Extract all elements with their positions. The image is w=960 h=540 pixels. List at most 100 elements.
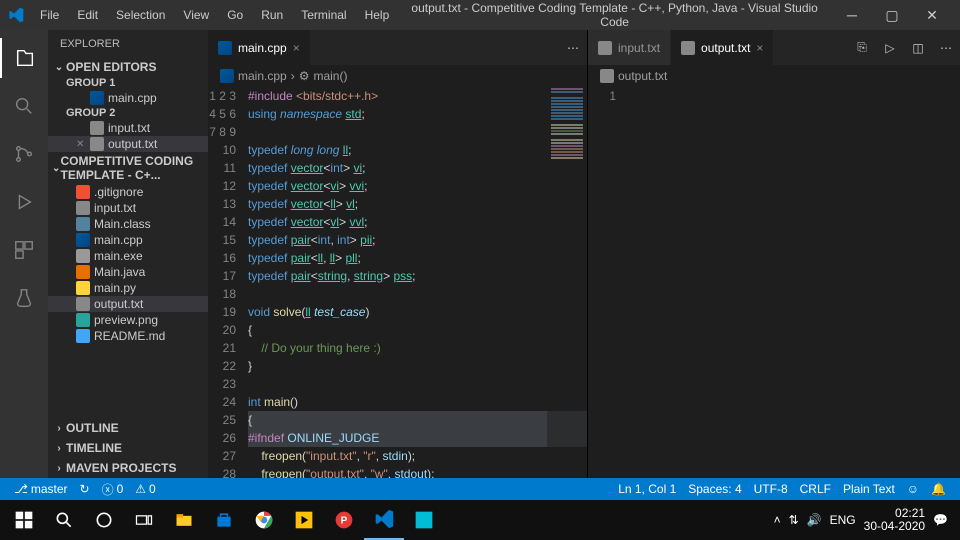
cortana-button[interactable] [84, 500, 124, 540]
language-indicator[interactable]: ENG [830, 513, 856, 527]
close-button[interactable]: ✕ [912, 0, 952, 30]
windows-taskbar: P ˄ ⇅ 🔊 ENG 02:2130-04-2020 💬 [0, 500, 960, 540]
file-item[interactable]: output.txt [48, 296, 208, 312]
menu-view[interactable]: View [175, 4, 217, 26]
warning-icon: ⚠ [135, 482, 146, 496]
git-branch[interactable]: ⎇master [8, 482, 74, 496]
class-file-icon [76, 217, 90, 231]
file-item[interactable]: preview.png [48, 312, 208, 328]
search-button[interactable] [44, 500, 84, 540]
exe-file-icon [76, 249, 90, 263]
source-control-icon[interactable] [0, 134, 48, 174]
video-button[interactable] [284, 500, 324, 540]
notifications-icon[interactable]: 🔔 [925, 482, 952, 496]
volume-icon[interactable]: 🔊 [807, 513, 822, 527]
open-editor-item[interactable]: main.cpp [48, 90, 208, 106]
file-explorer-button[interactable] [164, 500, 204, 540]
menu-file[interactable]: File [32, 4, 67, 26]
java-file-icon [76, 265, 90, 279]
open-editor-item[interactable]: input.txt [48, 120, 208, 136]
tab-output-txt[interactable]: output.txt× [671, 30, 774, 65]
file-item[interactable]: main.cpp [48, 232, 208, 248]
system-tray[interactable]: ˄ ⇅ 🔊 ENG 02:2130-04-2020 💬 [774, 507, 956, 533]
tab-input-txt[interactable]: input.txt [588, 30, 671, 65]
vscode-button[interactable] [364, 500, 404, 540]
split-icon[interactable]: ◫ [904, 30, 932, 65]
maven-section[interactable]: ›MAVEN PROJECTS [48, 458, 208, 478]
file-item[interactable]: main.exe [48, 248, 208, 264]
compare-icon[interactable]: ⎘ [848, 30, 876, 65]
code-content[interactable] [628, 87, 960, 478]
run-debug-icon[interactable] [0, 182, 48, 222]
eol[interactable]: CRLF [794, 482, 837, 496]
problems-errors[interactable]: ⓧ0 [96, 481, 130, 498]
wps-button[interactable]: P [324, 500, 364, 540]
encoding[interactable]: UTF-8 [748, 482, 794, 496]
tabs-row: main.cpp× ⋯ [208, 30, 587, 65]
run-icon[interactable]: ▷ [876, 30, 904, 65]
file-item[interactable]: README.md [48, 328, 208, 344]
chrome-button[interactable] [244, 500, 284, 540]
file-item[interactable]: Main.java [48, 264, 208, 280]
problems-warnings[interactable]: ⚠0 [129, 482, 161, 496]
minimap[interactable] [547, 87, 587, 478]
folder-header[interactable]: ⌄COMPETITIVE CODING TEMPLATE - C+... [48, 152, 208, 184]
maximize-button[interactable]: ▢ [872, 0, 912, 30]
sync-button[interactable]: ↻ [74, 482, 96, 496]
close-icon[interactable]: × [756, 41, 763, 55]
breadcrumb[interactable]: main.cpp›⚙main() [208, 65, 587, 87]
tray-up-icon[interactable]: ˄ [774, 513, 781, 527]
outline-section[interactable]: ›OUTLINE [48, 418, 208, 438]
file-item[interactable]: input.txt [48, 200, 208, 216]
test-icon[interactable] [0, 278, 48, 318]
menu-go[interactable]: Go [219, 4, 251, 26]
cursor-position[interactable]: Ln 1, Col 1 [612, 482, 682, 496]
more-actions-icon[interactable]: ⋯ [559, 30, 587, 65]
clock[interactable]: 02:2130-04-2020 [864, 507, 925, 533]
line-gutter: 1 2 3 4 5 6 7 8 9 10 11 12 13 14 15 16 1… [208, 87, 248, 478]
app-menu: File Edit Selection View Go Run Terminal… [32, 4, 397, 26]
md-file-icon [76, 329, 90, 343]
action-center-icon[interactable]: 💬 [933, 513, 948, 527]
close-icon[interactable]: ✕ [76, 139, 86, 150]
indentation[interactable]: Spaces: 4 [682, 482, 747, 496]
menu-edit[interactable]: Edit [69, 4, 106, 26]
start-button[interactable] [4, 500, 44, 540]
feedback-icon[interactable]: ☺ [901, 482, 925, 496]
breadcrumb[interactable]: output.txt [588, 65, 960, 87]
file-item[interactable]: .gitignore [48, 184, 208, 200]
tab-main-cpp[interactable]: main.cpp× [208, 30, 311, 65]
language-mode[interactable]: Plain Text [837, 482, 901, 496]
txt-file-icon [600, 69, 614, 83]
network-icon[interactable]: ⇅ [789, 513, 799, 527]
activity-bar [0, 30, 48, 478]
tabs-row: input.txt output.txt× ⎘ ▷ ◫ ⋯ [588, 30, 960, 65]
explorer-icon[interactable] [0, 38, 48, 78]
more-actions-icon[interactable]: ⋯ [932, 30, 960, 65]
close-icon[interactable]: × [293, 41, 300, 55]
editor-group-1: main.cpp× ⋯ main.cpp›⚙main() 1 2 3 4 5 6… [208, 30, 588, 478]
minimize-button[interactable]: ─ [832, 0, 872, 30]
menu-help[interactable]: Help [357, 4, 398, 26]
open-editors-header[interactable]: ⌄OPEN EDITORS [48, 58, 208, 76]
group-1-label: GROUP 1 [48, 76, 208, 90]
code-editor[interactable]: 1 2 3 4 5 6 7 8 9 10 11 12 13 14 15 16 1… [208, 87, 587, 478]
search-icon[interactable] [0, 86, 48, 126]
taskview-button[interactable] [124, 500, 164, 540]
window-controls: ─ ▢ ✕ [832, 0, 952, 30]
timeline-section[interactable]: ›TIMELINE [48, 438, 208, 458]
menu-run[interactable]: Run [253, 4, 291, 26]
app-button[interactable] [404, 500, 444, 540]
file-item[interactable]: Main.class [48, 216, 208, 232]
file-item[interactable]: main.py [48, 280, 208, 296]
menu-terminal[interactable]: Terminal [293, 4, 354, 26]
vscode-logo-icon [8, 7, 24, 23]
menu-selection[interactable]: Selection [108, 4, 173, 26]
code-editor[interactable]: 1 [588, 87, 960, 478]
store-button[interactable] [204, 500, 244, 540]
png-file-icon [76, 313, 90, 327]
code-content[interactable]: #include <bits/stdc++.h> using namespace… [248, 87, 587, 478]
extensions-icon[interactable] [0, 230, 48, 270]
window-title: output.txt - Competitive Coding Template… [397, 1, 832, 29]
open-editor-item[interactable]: ✕output.txt [48, 136, 208, 152]
